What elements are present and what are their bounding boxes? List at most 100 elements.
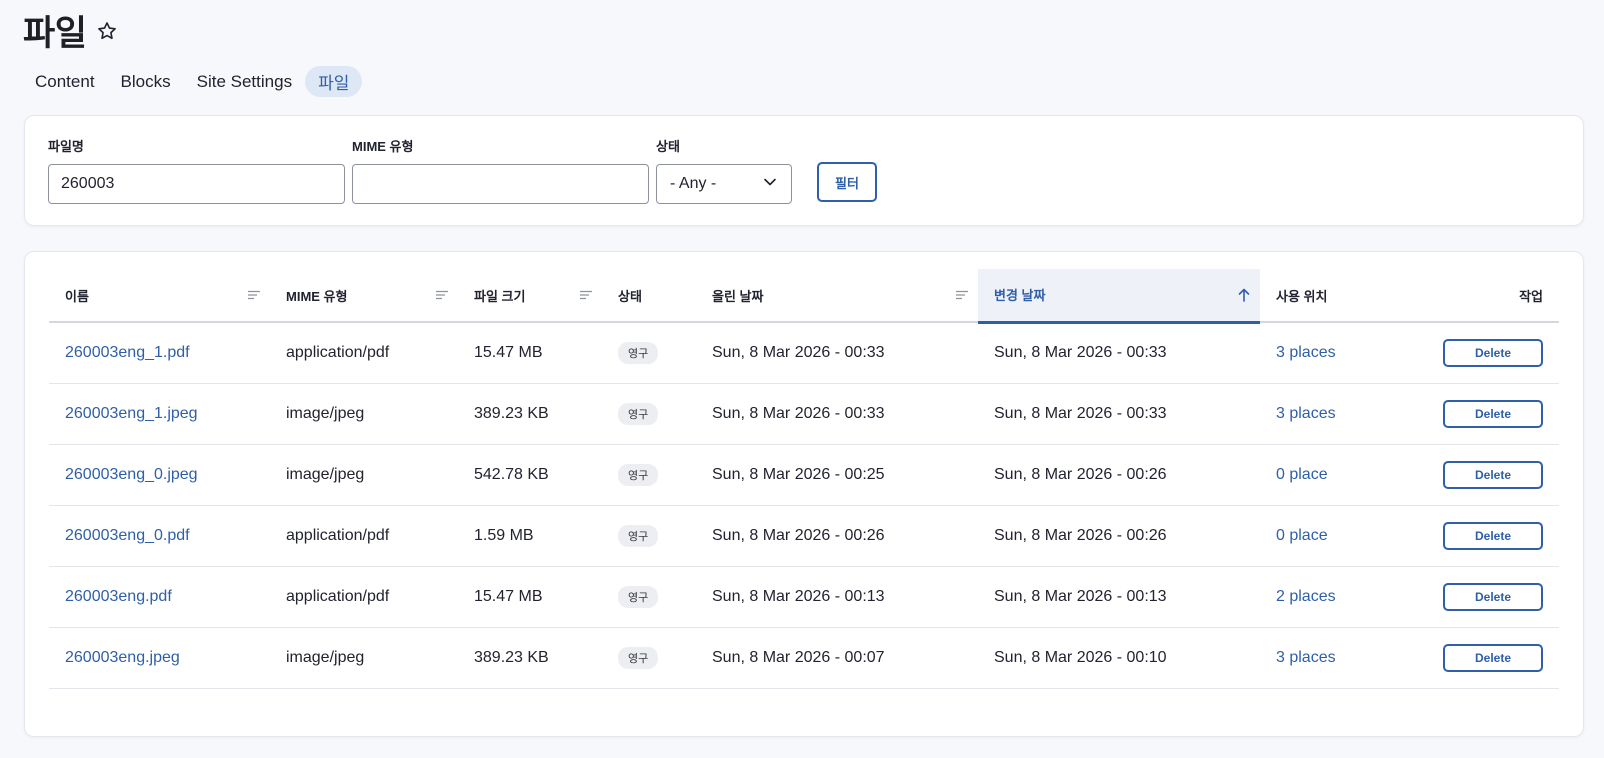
file-name-link[interactable]: 260003eng_1.jpeg xyxy=(49,383,270,445)
delete-button[interactable]: Delete xyxy=(1443,460,1543,489)
file-name-link[interactable]: 260003eng_1.pdf xyxy=(49,322,270,384)
delete-button[interactable]: Delete xyxy=(1443,582,1543,611)
file-actions: Delete xyxy=(1411,566,1559,628)
file-actions: Delete xyxy=(1411,444,1559,506)
file-status: 영구 xyxy=(602,627,696,689)
mime-input[interactable] xyxy=(352,164,649,204)
file-mime: image/jpeg xyxy=(270,627,458,689)
file-changed: Sun, 8 Mar 2026 - 00:26 xyxy=(978,444,1260,506)
file-mime: image/jpeg xyxy=(270,383,458,445)
files-table: 이름 MIME 유형 파일 크기 상태 올린 날짜 변경 날짜 사용 위치 작업… xyxy=(49,269,1559,689)
table-header-row: 이름 MIME 유형 파일 크기 상태 올린 날짜 변경 날짜 사용 위치 작업 xyxy=(49,269,1559,324)
file-name-link[interactable]: 260003eng_0.pdf xyxy=(49,505,270,567)
mime-filter: MIME 유형 xyxy=(352,136,649,204)
column-header-label: 변경 날짜 xyxy=(994,288,1046,304)
file-changed: Sun, 8 Mar 2026 - 00:10 xyxy=(978,627,1260,689)
file-usage-link[interactable]: 3 places xyxy=(1260,627,1411,689)
file-uploaded: Sun, 8 Mar 2026 - 00:25 xyxy=(696,444,978,506)
filename-label: 파일명 xyxy=(48,139,84,154)
file-actions: Delete xyxy=(1411,627,1559,689)
file-size: 542.78 KB xyxy=(458,444,602,506)
status-badge: 영구 xyxy=(618,524,659,547)
status-badge: 영구 xyxy=(618,341,659,364)
tab-files[interactable]: 파일 xyxy=(305,66,363,97)
file-uploaded: Sun, 8 Mar 2026 - 00:13 xyxy=(696,566,978,628)
column-header-status: 상태 xyxy=(602,269,696,323)
file-name-link[interactable]: 260003eng.jpeg xyxy=(49,627,270,689)
file-size: 15.47 MB xyxy=(458,322,602,384)
file-usage-link[interactable]: 0 place xyxy=(1260,505,1411,567)
star-icon[interactable] xyxy=(96,20,118,42)
file-status: 영구 xyxy=(602,383,696,445)
column-header-actions: 작업 xyxy=(1411,269,1559,323)
status-badge: 영구 xyxy=(618,585,659,608)
page-title: 파일 xyxy=(23,14,87,53)
file-actions: Delete xyxy=(1411,505,1559,567)
filename-input[interactable] xyxy=(48,164,345,204)
table-row: 260003eng.jpeg image/jpeg 389.23 KB 영구 S… xyxy=(49,627,1559,689)
sort-icon xyxy=(248,290,260,300)
sort-icon xyxy=(436,290,448,300)
file-usage-link[interactable]: 2 places xyxy=(1260,566,1411,628)
file-size: 389.23 KB xyxy=(458,383,602,445)
table-row: 260003eng.pdf application/pdf 15.47 MB 영… xyxy=(49,566,1559,628)
file-usage-link[interactable]: 3 places xyxy=(1260,322,1411,384)
file-actions: Delete xyxy=(1411,322,1559,384)
delete-button[interactable]: Delete xyxy=(1443,399,1543,428)
column-header-size[interactable]: 파일 크기 xyxy=(458,269,602,323)
sort-icon xyxy=(580,290,592,300)
status-select-value: - Any - xyxy=(670,175,717,192)
column-header-changed[interactable]: 변경 날짜 xyxy=(978,269,1260,324)
column-header-uploaded[interactable]: 올린 날짜 xyxy=(696,269,978,323)
delete-button[interactable]: Delete xyxy=(1443,338,1543,367)
column-header-label: 이름 xyxy=(65,288,89,304)
filter-button[interactable]: 필터 xyxy=(817,162,877,202)
table-row: 260003eng_0.pdf application/pdf 1.59 MB … xyxy=(49,505,1559,567)
arrow-up-icon xyxy=(1238,288,1250,302)
table-row: 260003eng_0.jpeg image/jpeg 542.78 KB 영구… xyxy=(49,444,1559,506)
column-header-mime[interactable]: MIME 유형 xyxy=(270,269,458,323)
tab-site-settings[interactable]: Site Settings xyxy=(184,66,305,97)
column-header-label: 상태 xyxy=(618,288,642,304)
status-badge: 영구 xyxy=(618,463,659,486)
file-actions: Delete xyxy=(1411,383,1559,445)
file-changed: Sun, 8 Mar 2026 - 00:33 xyxy=(978,383,1260,445)
file-status: 영구 xyxy=(602,566,696,628)
files-table-panel: 이름 MIME 유형 파일 크기 상태 올린 날짜 변경 날짜 사용 위치 작업… xyxy=(24,251,1584,737)
file-size: 1.59 MB xyxy=(458,505,602,567)
file-changed: Sun, 8 Mar 2026 - 00:26 xyxy=(978,505,1260,567)
file-status: 영구 xyxy=(602,505,696,567)
file-usage-link[interactable]: 3 places xyxy=(1260,383,1411,445)
column-header-label: 사용 위치 xyxy=(1276,288,1328,304)
column-header-usage: 사용 위치 xyxy=(1260,269,1411,323)
status-badge: 영구 xyxy=(618,646,659,669)
delete-button[interactable]: Delete xyxy=(1443,643,1543,672)
column-header-label: 작업 xyxy=(1519,288,1543,304)
filter-panel: 파일명 MIME 유형 상태 - Any - 필터 xyxy=(24,115,1584,226)
file-status: 영구 xyxy=(602,444,696,506)
mime-label: MIME 유형 xyxy=(352,139,414,154)
tab-blocks[interactable]: Blocks xyxy=(108,66,184,97)
table-row: 260003eng_1.pdf application/pdf 15.47 MB… xyxy=(49,322,1559,384)
file-name-link[interactable]: 260003eng_0.jpeg xyxy=(49,444,270,506)
file-size: 389.23 KB xyxy=(458,627,602,689)
column-header-label: MIME 유형 xyxy=(286,288,348,304)
column-header-name[interactable]: 이름 xyxy=(49,269,270,323)
status-select[interactable]: - Any - xyxy=(656,164,792,204)
file-uploaded: Sun, 8 Mar 2026 - 00:33 xyxy=(696,322,978,384)
file-mime: application/pdf xyxy=(270,566,458,628)
filename-filter: 파일명 xyxy=(48,136,345,204)
file-name-link[interactable]: 260003eng.pdf xyxy=(49,566,270,628)
primary-tabs: Content Blocks Site Settings 파일 xyxy=(22,66,363,97)
file-changed: Sun, 8 Mar 2026 - 00:33 xyxy=(978,322,1260,384)
file-changed: Sun, 8 Mar 2026 - 00:13 xyxy=(978,566,1260,628)
page-header: 파일 xyxy=(23,5,118,56)
file-usage-link[interactable]: 0 place xyxy=(1260,444,1411,506)
column-header-label: 올린 날짜 xyxy=(712,288,764,304)
status-label: 상태 xyxy=(656,139,680,154)
file-mime: application/pdf xyxy=(270,322,458,384)
file-uploaded: Sun, 8 Mar 2026 - 00:33 xyxy=(696,383,978,445)
status-filter: 상태 - Any - xyxy=(656,136,792,204)
tab-content[interactable]: Content xyxy=(22,66,108,97)
delete-button[interactable]: Delete xyxy=(1443,521,1543,550)
